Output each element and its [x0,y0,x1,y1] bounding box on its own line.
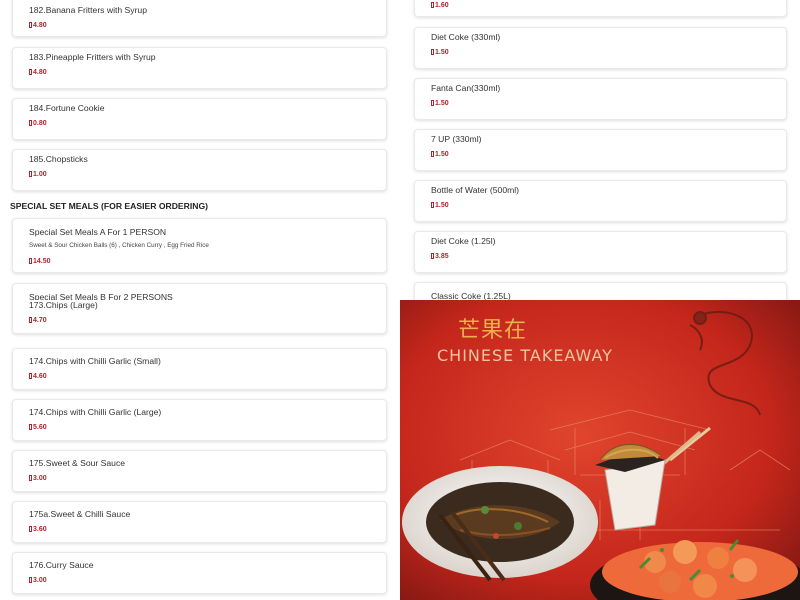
menu-item-card[interactable]: 183.Pineapple Fritters with Syrup 4.80 [12,47,387,89]
currency-icon [29,373,32,379]
currency-icon [29,317,32,323]
menu-item-price: 1.00 [29,171,47,178]
currency-icon [431,2,434,8]
menu-panel-desserts: 182.Banana Fritters with Syrup 4.80 183.… [0,0,400,300]
set-meal-card[interactable]: Special Set Meals A For 1 PERSON Sweet &… [12,218,387,273]
menu-panel-sides: 173.Chips (Large) 4.70 174.Chips with Ch… [0,300,400,600]
menu-item-card[interactable]: Diet Coke (1.25l) 3.85 [414,231,787,273]
menu-item-name: Fanta Can(330ml) [431,83,501,93]
takeaway-menu-photo: 芒果在 CHINESE TAKEAWAY [400,300,800,600]
menu-item-name: Diet Coke (330ml) [431,32,501,42]
menu-panel-drinks: 1.60 Diet Coke (330ml) 1.50 Fanta Can(33… [400,0,800,300]
menu-item-price: 3.00 [29,577,47,584]
currency-icon [29,424,32,430]
menu-item-name: 183.Pineapple Fritters with Syrup [29,52,156,62]
currency-icon [29,69,32,75]
menu-item-price: 5.60 [29,424,47,431]
menu-item-price: 4.80 [29,69,47,76]
currency-icon [29,171,32,177]
menu-item-price: 0.80 [29,120,47,127]
currency-icon [431,253,434,259]
menu-item-name: Special Set Meals B For 2 PERSONS [29,292,173,300]
menu-item-name: 185.Chopsticks [29,154,88,164]
set-meal-card[interactable]: Special Set Meals B For 2 PERSONS [12,283,387,300]
menu-item-name: 175.Sweet & Sour Sauce [29,458,126,468]
menu-cover-illustration [400,300,800,600]
currency-icon [29,22,32,28]
menu-item-name: 173.Chips (Large) [29,300,98,310]
menu-item-price: 1.50 [431,100,449,107]
menu-item-name: Diet Coke (1.25l) [431,236,496,246]
menu-item-card[interactable]: 176.Curry Sauce 3.00 [12,552,387,594]
menu-item-name: 184.Fortune Cookie [29,103,105,113]
menu-item-name: 175a.Sweet & Chilli Sauce [29,509,131,519]
currency-icon [431,151,434,157]
menu-item-price: 1.50 [431,49,449,56]
menu-item-price: 3.60 [29,526,47,533]
currency-icon [29,120,32,126]
menu-item-card[interactable]: 184.Fortune Cookie 0.80 [12,98,387,140]
menu-item-card[interactable]: 182.Banana Fritters with Syrup 4.80 [12,0,387,37]
currency-icon [431,100,434,106]
menu-item-name: Special Set Meals A For 1 PERSON [29,227,167,237]
menu-item-price: 4.60 [29,373,47,380]
menu-item-name: Classic Coke (1.25L) [431,291,511,300]
menu-item-price: 1.50 [431,151,449,158]
menu-item-price: 3.00 [29,475,47,482]
menu-item-card[interactable]: Diet Coke (330ml) 1.50 [414,27,787,69]
menu-item-price: 4.70 [29,317,47,324]
section-heading: SPECIAL SET MEALS (FOR EASIER ORDERING) [10,201,208,211]
menu-item-card[interactable]: 175.Sweet & Sour Sauce 3.00 [12,450,387,492]
currency-icon [29,526,32,532]
currency-icon [29,577,32,583]
menu-item-name: Bottle of Water (500ml) [431,185,520,195]
menu-item-description: Sweet & Sour Chicken Balls (6) , Chicken… [29,242,209,249]
menu-item-card[interactable]: Fanta Can(330ml) 1.50 [414,78,787,120]
brand-chinese-name: 芒果在 [458,318,528,343]
currency-icon [431,49,434,55]
currency-icon [431,202,434,208]
menu-item-name: 174.Chips with Chilli Garlic (Large) [29,407,162,417]
menu-item-price: 3.85 [431,253,449,260]
menu-item-card[interactable]: 173.Chips (Large) 4.70 [12,300,387,334]
brand-english-name: CHINESE TAKEAWAY [437,346,613,365]
menu-item-card[interactable]: 185.Chopsticks 1.00 [12,149,387,191]
menu-item-card[interactable]: Bottle of Water (500ml) 1.50 [414,180,787,222]
menu-item-card[interactable]: 1.60 [414,0,787,17]
currency-icon [29,258,32,264]
menu-item-price: 1.60 [431,2,449,9]
menu-item-card[interactable]: 174.Chips with Chilli Garlic (Large) 5.6… [12,399,387,441]
menu-item-card[interactable]: 7 UP (330ml) 1.50 [414,129,787,171]
menu-item-name: 174.Chips with Chilli Garlic (Small) [29,356,161,366]
menu-item-price: 14.50 [29,258,51,265]
menu-item-price: 1.50 [431,202,449,209]
menu-item-name: 7 UP (330ml) [431,134,482,144]
menu-item-card[interactable]: Classic Coke (1.25L) [414,282,787,300]
menu-item-name: 176.Curry Sauce [29,560,94,570]
menu-item-card[interactable]: 175a.Sweet & Chilli Sauce 3.60 [12,501,387,543]
menu-item-card[interactable]: 174.Chips with Chilli Garlic (Small) 4.6… [12,348,387,390]
menu-item-price: 4.80 [29,22,47,29]
menu-item-name: 182.Banana Fritters with Syrup [29,5,147,15]
currency-icon [29,475,32,481]
